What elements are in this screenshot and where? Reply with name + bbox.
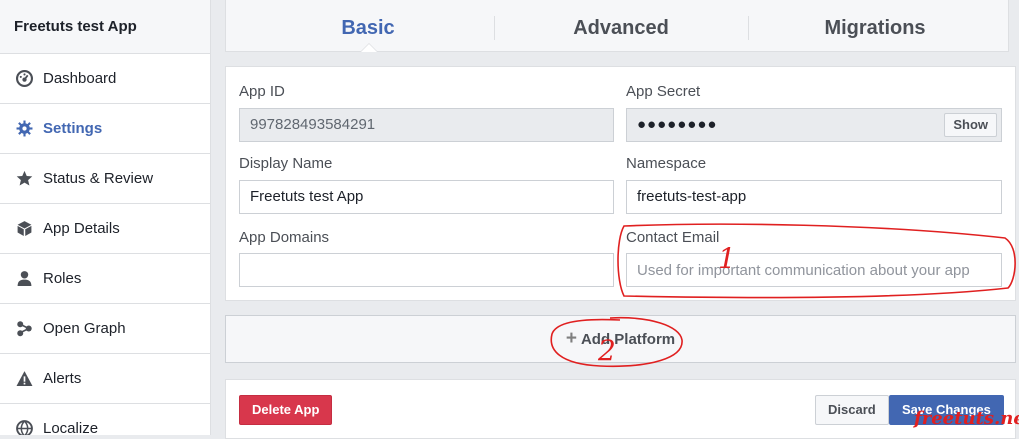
sidebar-item-label: Settings bbox=[43, 120, 103, 137]
sidebar-item-label: App Details bbox=[43, 220, 120, 237]
delete-app-button[interactable]: Delete App bbox=[239, 395, 333, 425]
save-changes-button[interactable]: Save Changes bbox=[889, 395, 1004, 425]
app-name: Freetuts test App bbox=[0, 0, 210, 54]
sidebar-item-alerts[interactable]: Alerts bbox=[0, 354, 210, 404]
sidebar-item-settings[interactable]: Settings bbox=[0, 104, 210, 154]
sidebar-item-app-details[interactable]: App Details bbox=[0, 204, 210, 254]
show-secret-button[interactable]: Show bbox=[944, 113, 997, 137]
discard-button[interactable]: Discard bbox=[815, 395, 889, 425]
add-platform-button[interactable]: + Add Platform bbox=[225, 315, 1016, 363]
display-name-label: Display Name bbox=[239, 155, 333, 172]
settings-footer: Delete App Discard Save Changes bbox=[225, 379, 1016, 439]
graph-icon bbox=[15, 320, 33, 338]
gear-icon bbox=[15, 120, 33, 138]
sidebar-item-label: Open Graph bbox=[43, 320, 126, 337]
app-secret-value: ●●●●●●●● bbox=[637, 116, 718, 133]
app-secret-field: ●●●●●●●● Show bbox=[626, 108, 1002, 142]
sidebar-item-label: Alerts bbox=[43, 370, 82, 387]
dashboard-icon bbox=[15, 70, 33, 88]
namespace-label: Namespace bbox=[626, 155, 707, 172]
add-platform-label: Add Platform bbox=[580, 330, 676, 348]
contact-email-label: Contact Email bbox=[626, 229, 720, 246]
sidebar-item-label: Status & Review bbox=[43, 170, 154, 187]
sidebar: Freetuts test App Dashboard Settings Sta… bbox=[0, 0, 211, 435]
contact-email-field[interactable] bbox=[626, 253, 1002, 287]
namespace-field[interactable]: freetuts-test-app bbox=[626, 180, 1002, 214]
tab-migrations[interactable]: Migrations bbox=[748, 0, 1002, 52]
sidebar-item-label: Roles bbox=[43, 270, 82, 287]
display-name-field[interactable]: Freetuts test App bbox=[239, 180, 614, 214]
warning-icon bbox=[15, 370, 33, 388]
app-id-label: App ID bbox=[239, 83, 285, 100]
active-tab-caret-fill bbox=[361, 44, 377, 52]
sidebar-item-open-graph[interactable]: Open Graph bbox=[0, 304, 210, 354]
app-domains-label: App Domains bbox=[239, 229, 330, 246]
tab-advanced[interactable]: Advanced bbox=[494, 0, 748, 52]
cube-icon bbox=[15, 220, 33, 238]
app-secret-label: App Secret bbox=[626, 83, 701, 100]
plus-icon: + bbox=[565, 328, 577, 349]
sidebar-item-label: Dashboard bbox=[43, 70, 117, 87]
star-icon bbox=[15, 170, 33, 188]
sidebar-item-dashboard[interactable]: Dashboard bbox=[0, 54, 210, 104]
sidebar-item-roles[interactable]: Roles bbox=[0, 254, 210, 304]
sidebar-item-status-review[interactable]: Status & Review bbox=[0, 154, 210, 204]
app-id-field: 997828493584291 bbox=[239, 108, 614, 142]
globe-icon bbox=[15, 420, 33, 435]
person-icon bbox=[15, 270, 33, 288]
app-domains-field[interactable] bbox=[239, 253, 614, 287]
sidebar-item-localize[interactable]: Localize bbox=[0, 404, 210, 435]
basic-settings-panel: App ID 997828493584291 App Secret ●●●●●●… bbox=[225, 66, 1016, 301]
settings-tabs: Basic Advanced Migrations bbox=[225, 0, 1009, 52]
sidebar-item-label: Localize bbox=[43, 420, 99, 435]
